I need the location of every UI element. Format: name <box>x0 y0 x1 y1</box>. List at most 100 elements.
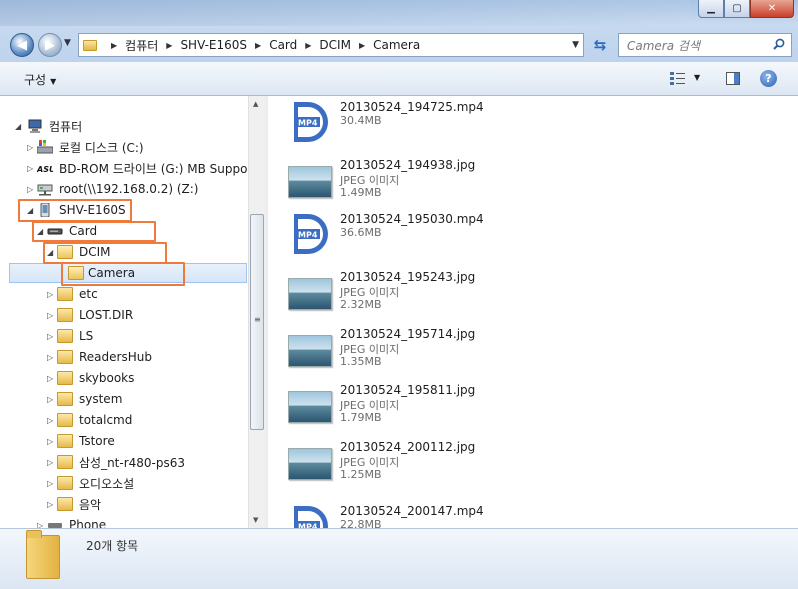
forward-button[interactable]: ▶ <box>38 33 62 57</box>
close-button[interactable]: ✕ <box>750 0 794 18</box>
file-name: 20130524_195811.jpg <box>340 383 476 397</box>
preview-pane-icon[interactable] <box>726 72 740 85</box>
collapsed-triangle-icon[interactable]: ▷ <box>47 332 57 341</box>
folder-icon <box>57 287 73 301</box>
file-name: 20130524_194938.jpg <box>340 158 476 172</box>
collapsed-triangle-icon[interactable]: ▷ <box>37 521 47 529</box>
collapsed-triangle-icon[interactable]: ▷ <box>47 500 57 509</box>
collapsed-triangle-icon[interactable]: ▷ <box>47 458 57 467</box>
breadcrumb-dcim[interactable]: DCIM <box>319 38 351 52</box>
phone-storage-icon <box>48 523 62 528</box>
collapsed-triangle-icon[interactable]: ▷ <box>47 353 57 362</box>
collapsed-triangle-icon[interactable]: ▷ <box>27 143 37 152</box>
nav-item-label: 삼성_nt-r480-ps63 <box>79 455 186 470</box>
nav-item-label: 컴퓨터 <box>49 119 83 134</box>
nav-item-local-disk[interactable]: ▷ 로컬 디스크 (C:) <box>7 137 249 157</box>
folder-icon <box>83 39 97 51</box>
file-item[interactable]: MP4 20130524_195030.mp4 36.6MB <box>284 208 684 260</box>
nav-item-system[interactable]: ▷ system <box>7 389 249 409</box>
file-item[interactable]: 20130524_194938.jpg JPEG 이미지 1.49MB <box>284 154 684 206</box>
chevron-right-icon[interactable]: ▶ <box>359 41 365 50</box>
nav-item-music[interactable]: ▷ 음악 <box>7 494 249 514</box>
maximize-button[interactable]: ▢ <box>724 0 750 18</box>
file-name: 20130524_200147.mp4 <box>340 504 484 518</box>
back-arrow-icon: ◀ <box>17 37 27 53</box>
chevron-right-icon[interactable]: ▶ <box>111 41 117 50</box>
collapsed-triangle-icon[interactable]: ▷ <box>47 437 57 446</box>
nav-item-label: BD-ROM 드라이브 (G:) MB Support <box>59 161 258 176</box>
nav-item-skybooks[interactable]: ▷ skybooks <box>7 368 249 388</box>
nav-item-tstore[interactable]: ▷ Tstore <box>7 431 249 451</box>
search-icon[interactable] <box>773 38 785 50</box>
breadcrumb-computer[interactable]: 컴퓨터 <box>125 37 158 54</box>
chevron-right-icon[interactable]: ▶ <box>255 41 261 50</box>
scroll-thumb[interactable]: ≡ <box>250 214 264 430</box>
collapsed-triangle-icon[interactable]: ▷ <box>47 395 57 404</box>
folder-icon <box>57 476 73 490</box>
file-item[interactable]: MP4 20130524_200147.mp4 22.8MB <box>284 500 684 528</box>
folder-icon <box>57 455 73 469</box>
help-button[interactable]: ? <box>760 70 777 87</box>
file-item[interactable]: 20130524_195243.jpg JPEG 이미지 2.32MB <box>284 266 684 318</box>
collapsed-triangle-icon[interactable]: ▷ <box>47 374 57 383</box>
breadcrumb-camera[interactable]: Camera <box>373 38 420 52</box>
scroll-down-icon[interactable]: ▼ <box>253 516 258 524</box>
close-icon: ✕ <box>767 3 777 14</box>
navigation-pane: ◢ 컴퓨터 ▷ 로컬 디스크 (C:) ▷ ASUS BD-ROM 드라이브 (… <box>7 96 265 528</box>
navigation-scrollbar[interactable]: ▲ ≡ ▼ <box>248 96 265 528</box>
file-name: 20130524_194725.mp4 <box>340 100 484 114</box>
nav-item-samsung[interactable]: ▷ 삼성_nt-r480-ps63 <box>7 452 249 472</box>
nav-item-etc[interactable]: ▷ etc <box>7 284 249 304</box>
collapsed-triangle-icon[interactable]: ▷ <box>47 479 57 488</box>
nav-item-computer[interactable]: ◢ 컴퓨터 <box>7 116 249 136</box>
nav-item-network-drive[interactable]: ▷ root(\\192.168.0.2) (Z:) <box>7 179 249 199</box>
file-size: 22.8MB <box>340 518 382 528</box>
file-item[interactable]: 20130524_195811.jpg JPEG 이미지 1.79MB <box>284 379 684 431</box>
search-input[interactable]: Camera 검색 <box>618 33 792 57</box>
address-row: ◀ ▶ ▼ ▶ 컴퓨터 ▶ SHV-E160S ▶ Card ▶ DCIM ▶ … <box>0 26 798 62</box>
change-view-icon[interactable] <box>670 71 686 85</box>
nav-item-ls[interactable]: ▷ LS <box>7 326 249 346</box>
nav-item-label: ReadersHub <box>79 350 152 364</box>
folder-icon <box>57 434 73 448</box>
address-history-dropdown[interactable]: ▼ <box>572 40 579 50</box>
collapsed-triangle-icon[interactable]: ▷ <box>47 416 57 425</box>
breadcrumb-device[interactable]: SHV-E160S <box>180 38 247 52</box>
collapsed-triangle-icon[interactable]: ▷ <box>27 164 37 173</box>
nav-item-totalcmd[interactable]: ▷ totalcmd <box>7 410 249 430</box>
nav-item-readershub[interactable]: ▷ ReadersHub <box>7 347 249 367</box>
collapsed-triangle-icon[interactable]: ▷ <box>47 311 57 320</box>
jpg-thumbnail-icon <box>288 166 332 198</box>
nav-item-bd-rom[interactable]: ▷ ASUS BD-ROM 드라이브 (G:) MB Support <box>7 158 257 178</box>
file-size: 1.49MB <box>340 186 382 199</box>
view-options-chevron-icon[interactable]: ▼ <box>694 73 700 82</box>
back-button[interactable]: ◀ <box>10 33 34 57</box>
window-controls: ▁ ▢ ✕ <box>698 0 794 20</box>
refresh-button[interactable]: ⇆ <box>588 33 612 57</box>
title-bar: ▁ ▢ ✕ <box>0 0 798 26</box>
grip-icon: ≡ <box>254 315 261 324</box>
expanded-triangle-icon[interactable]: ◢ <box>15 122 25 131</box>
collapsed-triangle-icon[interactable]: ▷ <box>27 185 37 194</box>
scroll-up-icon[interactable]: ▲ <box>253 100 258 108</box>
breadcrumb-card[interactable]: Card <box>269 38 297 52</box>
file-size: 2.32MB <box>340 298 382 311</box>
minimize-button[interactable]: ▁ <box>698 0 724 18</box>
folder-icon <box>57 371 73 385</box>
collapsed-triangle-icon[interactable]: ▷ <box>47 290 57 299</box>
address-bar[interactable]: ▶ 컴퓨터 ▶ SHV-E160S ▶ Card ▶ DCIM ▶ Camera… <box>78 33 584 57</box>
maximize-icon: ▢ <box>732 3 742 14</box>
file-item[interactable]: 20130524_195714.jpg JPEG 이미지 1.35MB <box>284 323 684 375</box>
file-item[interactable]: 20130524_200112.jpg JPEG 이미지 1.25MB <box>284 436 684 488</box>
file-item[interactable]: MP4 20130524_194725.mp4 30.4MB <box>284 96 684 148</box>
organize-button[interactable]: 구성 ▼ <box>24 71 56 88</box>
chevron-right-icon[interactable]: ▶ <box>305 41 311 50</box>
file-list: MP4 20130524_194725.mp4 30.4MB 20130524_… <box>268 96 798 528</box>
nav-item-audio-novel[interactable]: ▷ 오디오소설 <box>7 473 249 493</box>
chevron-right-icon[interactable]: ▶ <box>166 41 172 50</box>
nav-item-phone[interactable]: ▷ Phone <box>7 515 249 528</box>
recent-pages-dropdown[interactable]: ▼ <box>64 38 71 48</box>
nav-item-lost-dir[interactable]: ▷ LOST.DIR <box>7 305 249 325</box>
help-icon: ? <box>765 72 772 85</box>
file-size: 1.79MB <box>340 411 382 424</box>
